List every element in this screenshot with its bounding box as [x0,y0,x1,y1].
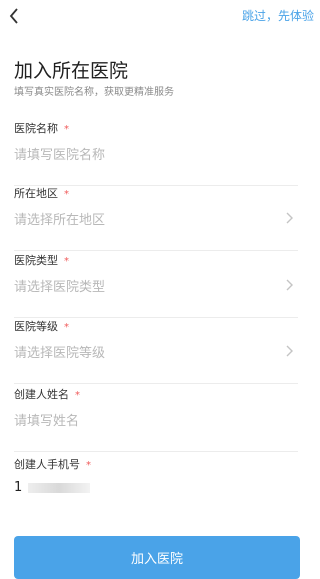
field-label: 创建人姓名 * [14,388,80,401]
required-mark: * [64,124,69,135]
field-label: 医院类型 * [14,254,69,267]
required-mark: * [64,322,69,333]
creator-name-field[interactable]: 创建人姓名 * 请填写姓名 [14,386,298,452]
chevron-left-icon [9,8,18,24]
chevron-right-icon [286,212,293,224]
required-mark: * [64,256,69,267]
chevron-right-icon [286,345,293,357]
hospital-level-field[interactable]: 医院等级 * 请选择医院等级 [14,318,298,384]
region-select[interactable]: 请选择所在地区 [14,209,105,228]
hospital-type-select[interactable]: 请选择医院类型 [14,276,105,295]
field-label: 医院等级 * [14,320,69,333]
field-label: 医院名称 * [14,122,69,135]
creator-phone-field[interactable]: 创建人手机号 * 1 [14,456,298,522]
page-subtitle: 填写真实医院名称，获取更精准服务 [14,87,174,98]
field-label: 创建人手机号 * [14,458,91,471]
required-mark: * [64,189,69,200]
creator-phone-input[interactable]: 1 [14,480,91,495]
join-hospital-button[interactable]: 加入医院 [14,536,300,579]
back-button[interactable] [3,3,25,29]
page-title: 加入所在医院 [14,60,129,82]
chevron-right-icon [286,279,293,291]
region-select-field[interactable]: 所在地区 * 请选择所在地区 [14,185,298,251]
field-label: 所在地区 * [14,187,69,200]
hospital-type-field[interactable]: 医院类型 * 请选择医院类型 [14,252,298,318]
skip-link[interactable]: 跳过，先体验 [242,7,314,24]
required-mark: * [86,460,91,471]
masked-digits [28,482,91,493]
creator-name-input[interactable]: 请填写姓名 [14,410,79,429]
required-mark: * [75,390,80,401]
hospital-name-field[interactable]: 医院名称 * 请填写医院名称 [14,120,298,186]
top-bar: 跳过，先体验 [0,0,320,34]
hospital-level-select[interactable]: 请选择医院等级 [14,342,105,361]
hospital-name-input[interactable]: 请填写医院名称 [14,144,105,163]
